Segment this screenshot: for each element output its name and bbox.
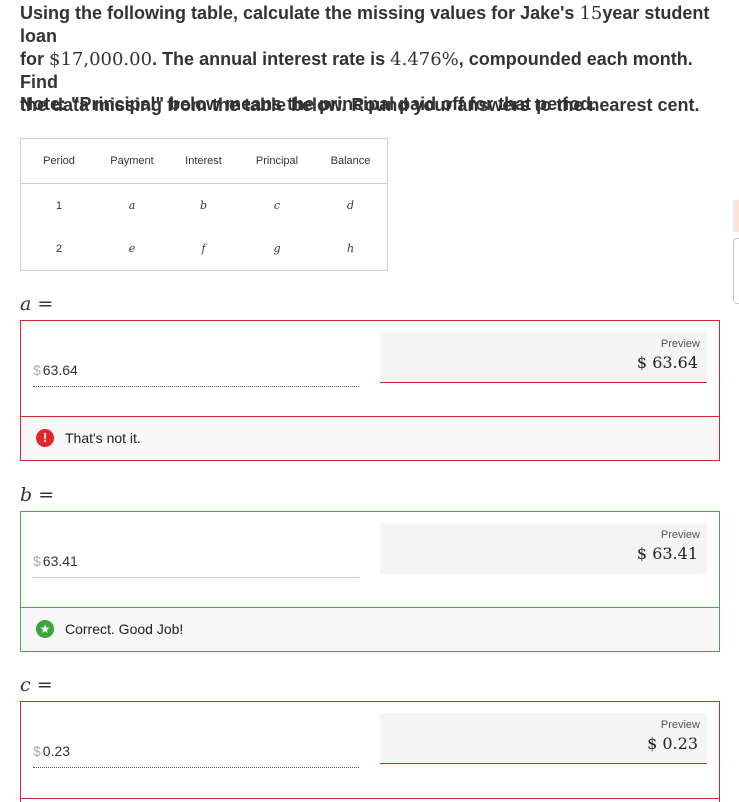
cell-period: 1	[55, 199, 63, 212]
cell-balance: d	[346, 199, 355, 212]
answer-b-var: b	[20, 484, 33, 506]
cell-interest: b	[199, 199, 208, 212]
currency-symbol: $	[33, 553, 41, 569]
preview-label: Preview	[660, 719, 700, 731]
currency-symbol: $	[33, 362, 41, 378]
header-principal: Principal	[240, 138, 314, 184]
answer-a-value: 63.64	[42, 362, 78, 378]
currency-symbol: $	[33, 743, 41, 759]
answer-c-label: c =	[20, 674, 53, 696]
feedback-message: That's not it.	[65, 430, 141, 446]
answer-a-preview: Preview $ 63.64	[380, 332, 707, 383]
answer-c-var: c	[20, 674, 31, 696]
answer-a-input[interactable]: $63.64	[33, 362, 359, 387]
loan-amount: $17,000.00	[49, 49, 153, 70]
answer-a-eq: =	[37, 293, 54, 315]
answer-c-input[interactable]: $0.23	[33, 743, 359, 768]
question-line2: for	[20, 49, 49, 69]
answer-b-value: 63.41	[42, 553, 78, 569]
answer-a-var: a	[20, 293, 32, 315]
cell-interest: f	[201, 242, 206, 255]
cell-principal: c	[273, 199, 281, 212]
loan-years: 15	[579, 3, 603, 24]
table-row: 2 e f g h	[21, 227, 388, 271]
table-row: 1 a b c d	[21, 184, 388, 228]
preview-value: $ 0.23	[647, 734, 698, 753]
side-scroll-handle[interactable]	[733, 238, 739, 304]
cell-principal: g	[273, 242, 281, 255]
answer-c-input-area: $0.23 Preview $ 0.23	[21, 702, 719, 797]
cell-period: 2	[55, 242, 63, 255]
cell-payment: e	[128, 242, 136, 255]
answer-a-box: $63.64 Preview $ 63.64 ! That's not it.	[20, 320, 720, 461]
star-icon: ★	[36, 620, 54, 638]
answer-c-box: $0.23 Preview $ 0.23	[20, 701, 720, 802]
answer-c-eq: =	[36, 674, 53, 696]
question-line1: Using the following table, calculate the…	[20, 3, 580, 23]
answer-b-preview: Preview $ 63.41	[380, 523, 707, 574]
answer-b-feedback: ★ Correct. Good Job!	[21, 607, 719, 651]
cell-payment: a	[128, 199, 136, 212]
amortization-table: Period Payment Interest Principal Balanc…	[20, 138, 388, 271]
interest-rate: 4.476%	[390, 49, 459, 70]
preview-value: $ 63.41	[636, 544, 698, 563]
answer-a-feedback: ! That's not it.	[21, 416, 719, 460]
answer-b-input-area: $63.41 Preview $ 63.41	[21, 512, 719, 607]
preview-value: $ 63.64	[636, 353, 698, 372]
preview-label: Preview	[660, 529, 700, 541]
question-note: Note: "Principal" below means the princi…	[20, 94, 597, 114]
feedback-message: Correct. Good Job!	[65, 621, 184, 637]
side-tab[interactable]	[733, 200, 739, 232]
answer-b-box: $63.41 Preview $ 63.41 ★ Correct. Good J…	[20, 511, 720, 652]
answer-b-input[interactable]: $63.41	[33, 553, 359, 578]
header-interest: Interest	[167, 138, 240, 184]
answer-c-divider	[21, 798, 719, 799]
preview-label: Preview	[660, 338, 700, 350]
answer-b-eq: =	[38, 484, 55, 506]
error-icon: !	[36, 429, 54, 447]
header-payment: Payment	[97, 138, 167, 184]
answer-a-input-area: $63.64 Preview $ 63.64	[21, 321, 719, 416]
table-header-row: Period Payment Interest Principal Balanc…	[20, 138, 388, 184]
header-balance: Balance	[314, 138, 388, 184]
header-period: Period	[20, 138, 97, 184]
answer-a-label: a =	[20, 293, 53, 315]
cell-balance: h	[346, 242, 355, 255]
answer-c-preview: Preview $ 0.23	[380, 713, 707, 764]
question-line2-mid: . The annual interest rate is	[152, 49, 391, 69]
answer-c-value: 0.23	[42, 743, 71, 759]
answer-b-label: b =	[20, 484, 54, 506]
